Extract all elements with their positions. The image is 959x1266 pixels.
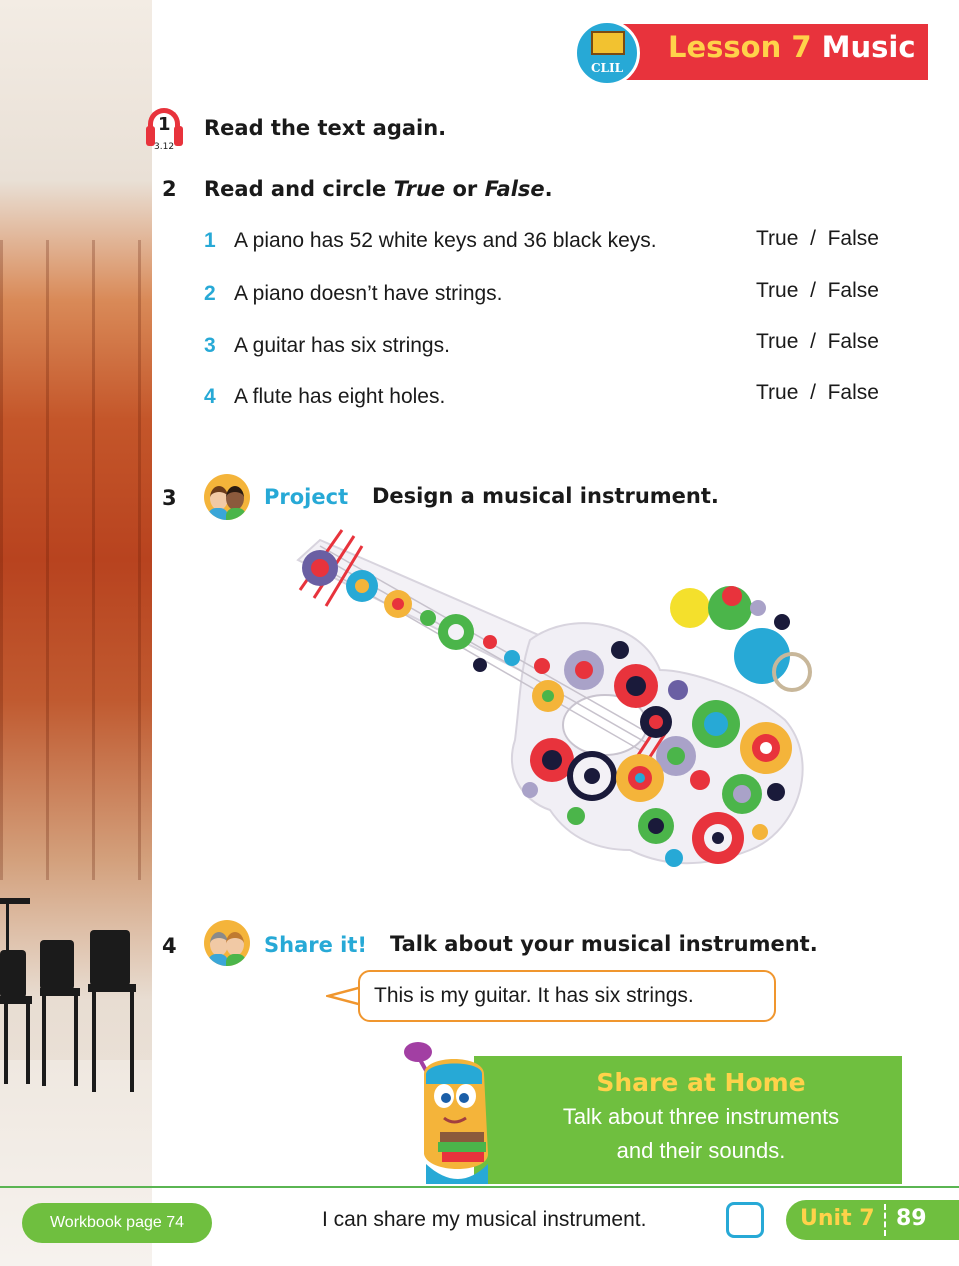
- item-4-separator: /: [810, 381, 816, 404]
- can-do-checkbox[interactable]: [726, 1202, 764, 1238]
- item-2-text: A piano doesn’t have strings.: [234, 282, 503, 305]
- item-1-separator: /: [810, 227, 816, 250]
- item-3-separator: /: [810, 330, 816, 353]
- item-2-number: 2: [204, 282, 216, 305]
- exercise-4-number: 4: [162, 934, 177, 958]
- audio-track-number: 1: [158, 114, 171, 135]
- item-4-choice: True / False: [756, 381, 879, 405]
- exercise-2-title: Read and circle True or False.: [204, 177, 553, 201]
- item-4-text: A flute has eight holes.: [234, 385, 446, 408]
- speech-bubble-text: This is my guitar. It has six strings.: [374, 984, 694, 1007]
- share-at-home-line-2: and their sounds.: [616, 1138, 786, 1163]
- exercise-1-title: Read the text again.: [204, 116, 447, 140]
- lesson-number: Lesson 7: [668, 30, 812, 64]
- item-2-true-option[interactable]: True: [756, 279, 798, 302]
- item-4-number: 4: [204, 385, 216, 408]
- share-at-home-title: Share at Home: [596, 1068, 806, 1097]
- concert-hall-photo: [0, 0, 152, 1266]
- item-3-number: 3: [204, 334, 216, 357]
- school-building-icon: [591, 31, 625, 55]
- item-1-text: A piano has 52 white keys and 36 black k…: [234, 229, 657, 252]
- share-it-label: Share it!: [264, 933, 367, 957]
- project-label: Project: [264, 485, 349, 509]
- item-2-separator: /: [810, 279, 816, 302]
- exercise-2-title-false: False: [484, 177, 545, 201]
- unit-label: Unit 7: [800, 1206, 875, 1231]
- lesson-title: Lesson 7 Music: [668, 30, 916, 64]
- clil-school-icon: CLIL: [574, 20, 640, 86]
- item-1-choice: True / False: [756, 227, 879, 251]
- item-2-choice: True / False: [756, 279, 879, 303]
- item-3-true-option[interactable]: True: [756, 330, 798, 353]
- lesson-subject: Music: [821, 30, 916, 64]
- item-3-false-option[interactable]: False: [828, 330, 879, 353]
- dotted-guitar-illustration: [296, 529, 812, 867]
- unit-separator: [884, 1204, 886, 1236]
- item-3-choice: True / False: [756, 330, 879, 354]
- chairs-illustration: [0, 898, 136, 1092]
- project-kids-icon: [204, 474, 250, 520]
- exercise-2-number: 2: [162, 177, 177, 201]
- exercise-2-title-prefix: Read and circle: [204, 177, 394, 201]
- share-kids-icon: [204, 920, 250, 966]
- item-4-false-option[interactable]: False: [828, 381, 879, 404]
- item-1-number: 1: [204, 229, 216, 252]
- workbook-page-link[interactable]: Workbook page 74: [22, 1203, 212, 1243]
- audio-track-code: 3.12: [154, 142, 175, 152]
- footer-divider: [0, 1186, 959, 1188]
- headphones-icon[interactable]: 1 3.12: [144, 108, 186, 154]
- item-4-true-option[interactable]: True: [756, 381, 798, 404]
- page-number: 89: [896, 1206, 927, 1231]
- wood-panel-wall: [0, 240, 152, 880]
- item-1-true-option[interactable]: True: [756, 227, 798, 250]
- exercise-2-title-or: or: [445, 177, 485, 201]
- item-2-false-option[interactable]: False: [828, 279, 879, 302]
- item-1-false-option[interactable]: False: [828, 227, 879, 250]
- exercise-4-title: Talk about your musical instrument.: [390, 932, 818, 956]
- share-at-home-line-1: Talk about three instruments: [562, 1104, 840, 1129]
- item-3-text: A guitar has six strings.: [234, 334, 450, 357]
- exercise-2-title-end: .: [544, 177, 553, 201]
- exercise-3-title: Design a musical instrument.: [372, 484, 719, 508]
- exercise-3-number: 3: [162, 486, 177, 510]
- clil-label: CLIL: [590, 61, 624, 75]
- exercise-2-title-true: True: [393, 177, 446, 201]
- can-do-statement: I can share my musical instrument.: [322, 1208, 647, 1231]
